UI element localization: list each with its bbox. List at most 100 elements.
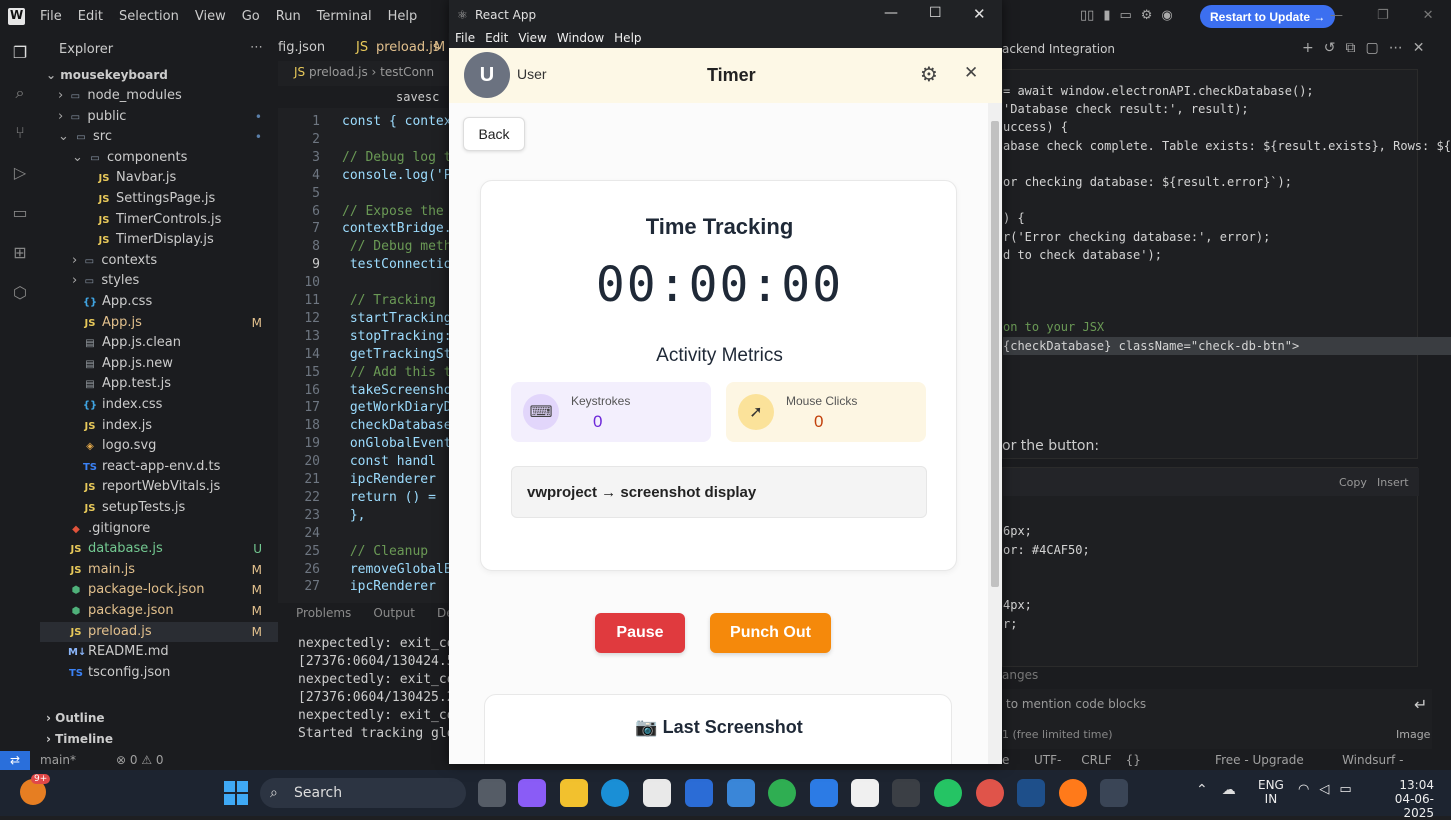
timeline-section[interactable]: › Timeline <box>46 732 113 746</box>
remote-explorer-icon[interactable]: ▭ <box>10 203 30 223</box>
avatar[interactable]: U <box>464 52 510 98</box>
close-icon[interactable]: ✕ <box>1423 8 1434 23</box>
extensions-icon[interactable]: ⊞ <box>10 243 30 263</box>
pen-app-icon[interactable] <box>727 779 755 807</box>
menu-run[interactable]: Run <box>276 9 301 24</box>
tree-item[interactable]: JS reportWebVitals.js <box>40 477 278 497</box>
vscode-alt-icon[interactable] <box>1017 779 1045 807</box>
file-explorer-icon[interactable] <box>560 779 588 807</box>
tree-item[interactable]: JS Navbar.js <box>40 168 278 188</box>
taskbar-search[interactable]: ⌕ Search <box>260 778 466 808</box>
account-icon[interactable]: ◉ <box>1161 8 1172 23</box>
tree-item[interactable]: JS TimerDisplay.js <box>40 230 278 250</box>
send-icon[interactable]: ↵ <box>1414 695 1427 714</box>
tree-item[interactable]: › ▭ node_modules <box>40 86 278 106</box>
tree-item[interactable]: TS tsconfig.json <box>40 663 278 683</box>
breadcrumb-symbol[interactable]: testConn <box>380 65 434 79</box>
copy-button[interactable]: Copy <box>1339 476 1367 489</box>
menu-go[interactable]: Go <box>242 9 260 24</box>
tree-item[interactable]: JS TimerControls.js <box>40 210 278 230</box>
search-icon[interactable]: ⌕ <box>10 83 30 103</box>
tree-item[interactable]: {} App.css <box>40 292 278 312</box>
battery-icon[interactable]: ▭ <box>1339 782 1351 797</box>
minimize-icon[interactable]: — <box>1330 8 1343 23</box>
panel-tab[interactable]: Output <box>373 606 415 620</box>
tree-item[interactable]: JS preload.js M <box>40 621 278 642</box>
tree-item[interactable]: › ▭ public • <box>40 107 278 127</box>
explorer-icon[interactable]: ❐ <box>10 43 30 63</box>
tree-item[interactable]: M↓ README.md <box>40 642 278 662</box>
tree-item[interactable]: ⬢ package-lock.json M <box>40 580 278 600</box>
app-menu-window[interactable]: Window <box>557 31 604 45</box>
maximize-icon[interactable]: ❐ <box>1377 8 1389 23</box>
copilot-icon[interactable] <box>518 779 546 807</box>
language-indicator[interactable]: ENG IN <box>1258 778 1284 806</box>
more-actions-icon[interactable]: ⋯ <box>250 40 263 55</box>
menu-terminal[interactable]: Terminal <box>317 9 372 24</box>
source-control-icon[interactable]: ⑂ <box>10 123 30 143</box>
learning-app-icon[interactable] <box>685 779 713 807</box>
settings-gear-icon[interactable]: ⚙ <box>920 62 938 86</box>
back-button[interactable]: Back <box>463 117 525 151</box>
task-view-icon[interactable] <box>478 779 506 807</box>
add-icon[interactable]: + <box>1302 40 1314 56</box>
clock[interactable]: 13:04 04-06-2025 <box>1368 778 1434 820</box>
tree-item[interactable]: ⌄ ▭ components <box>40 148 278 168</box>
remote-icon[interactable]: ⇄ <box>0 751 30 770</box>
outline-section[interactable]: › Outline <box>46 711 105 725</box>
settings-icon[interactable]: ⚙ <box>1141 8 1153 23</box>
tree-item[interactable]: {} index.css <box>40 395 278 415</box>
tree-item[interactable]: JS App.js M <box>40 313 278 333</box>
header-close-icon[interactable]: ✕ <box>964 63 978 83</box>
database-icon[interactable]: ⬡ <box>10 283 30 303</box>
chat-input[interactable]: to mention code blocks ↵ 1 (free limited… <box>1002 689 1432 749</box>
tab-tsconfig[interactable]: fig.json <box>278 40 325 55</box>
electron-icon[interactable] <box>1100 779 1128 807</box>
windsurf-icon[interactable] <box>851 779 879 807</box>
wifi-icon[interactable]: ◠ <box>1298 782 1309 797</box>
more-icon[interactable]: ⋯ <box>1389 40 1403 56</box>
tree-item[interactable]: › ▭ contexts <box>40 251 278 271</box>
chrome-profile-icon[interactable] <box>976 779 1004 807</box>
app-menu-file[interactable]: File <box>455 31 475 45</box>
menu-view[interactable]: View <box>195 9 226 24</box>
close-icon[interactable]: ✕ <box>973 5 986 23</box>
tree-item[interactable]: JS SettingsPage.js <box>40 189 278 209</box>
terminal-icon[interactable] <box>892 779 920 807</box>
close-icon[interactable]: ✕ <box>1413 40 1425 56</box>
popout-icon[interactable]: ⧉ <box>1345 40 1355 56</box>
model-label[interactable]: 1 (free limited time) <box>1002 728 1113 741</box>
app-menu-view[interactable]: View <box>518 31 546 45</box>
breadcrumb-file[interactable]: preload.js <box>309 65 368 79</box>
scrollbar-thumb[interactable] <box>991 121 999 587</box>
project-root[interactable]: ⌄ mousekeyboard <box>46 68 168 82</box>
menu-edit[interactable]: Edit <box>78 9 103 24</box>
whatsapp-icon[interactable] <box>934 779 962 807</box>
chrome-icon[interactable] <box>768 779 796 807</box>
tree-item[interactable]: ◈ logo.svg <box>40 436 278 456</box>
volume-icon[interactable]: ◁ <box>1319 782 1329 797</box>
tree-item[interactable]: ⬢ package.json M <box>40 601 278 621</box>
app-scrollbar[interactable] <box>988 103 1002 764</box>
tree-item[interactable]: ▤ App.js.new <box>40 354 278 374</box>
menu-file[interactable]: File <box>40 9 62 24</box>
problems-count[interactable]: ⊗ 0 ⚠ 0 <box>116 751 164 770</box>
cloud-icon[interactable]: ☁ <box>1222 782 1236 798</box>
tree-item[interactable]: › ▭ styles <box>40 271 278 291</box>
store-icon[interactable] <box>643 779 671 807</box>
app-menu-edit[interactable]: Edit <box>485 31 508 45</box>
chevron-up-icon[interactable]: ⌃ <box>1196 782 1208 798</box>
maximize-icon[interactable]: ☐ <box>929 5 942 21</box>
tree-item[interactable]: ⌄ ▭ src • <box>40 127 278 147</box>
image-button[interactable]: Image <box>1396 728 1430 741</box>
panel-toggle-icon[interactable]: ▭ <box>1119 8 1131 23</box>
punch-out-button[interactable]: Punch Out <box>710 613 831 653</box>
restart-update-button[interactable]: Restart to Update → <box>1200 5 1336 28</box>
app-menu-help[interactable]: Help <box>614 31 641 45</box>
tree-item[interactable]: ▤ App.test.js <box>40 374 278 394</box>
sidebar-toggle-icon[interactable]: ▮ <box>1103 8 1110 23</box>
menu-help[interactable]: Help <box>388 9 418 24</box>
pause-button[interactable]: Pause <box>595 613 685 653</box>
edge-icon[interactable] <box>601 779 629 807</box>
git-branch[interactable]: main* <box>40 751 76 770</box>
